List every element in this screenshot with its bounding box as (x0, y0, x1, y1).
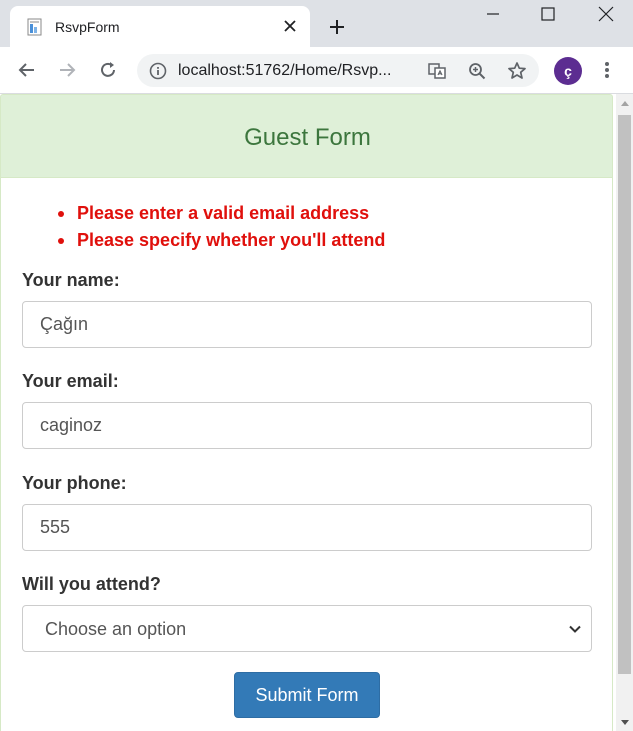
attend-select-value: Choose an option (45, 619, 187, 639)
page-viewport: Guest Form Please enter a valid email ad… (0, 94, 616, 731)
browser-toolbar: localhost:51762/Home/Rsvp... ç (0, 47, 633, 94)
attend-select[interactable]: Choose an option (22, 605, 592, 652)
email-input[interactable] (22, 402, 592, 449)
scroll-down-arrow-icon[interactable] (616, 714, 633, 731)
chevron-down-icon (567, 621, 583, 637)
name-label: Your name: (22, 270, 120, 290)
tab-title: RsvpForm (55, 19, 120, 35)
validation-error-text: Please enter a valid email address (77, 203, 370, 223)
profile-avatar[interactable]: ç (554, 57, 582, 85)
tab-strip: RsvpForm (0, 0, 633, 47)
address-bar[interactable]: localhost:51762/Home/Rsvp... (137, 54, 539, 87)
email-label: Your email: (22, 371, 119, 391)
maximize-icon[interactable] (534, 2, 562, 26)
name-input[interactable] (22, 301, 592, 348)
page-favicon-icon (26, 18, 44, 36)
submit-button[interactable]: Submit Form (234, 672, 380, 718)
validation-summary: Please enter a valid email address Pleas… (55, 200, 385, 254)
attend-label: Will you attend? (22, 574, 161, 594)
minimize-icon[interactable] (479, 2, 507, 26)
close-window-icon[interactable] (592, 2, 620, 26)
panel-heading: Guest Form (0, 94, 613, 178)
phone-label: Your phone: (22, 473, 127, 493)
scroll-up-arrow-icon[interactable] (616, 94, 633, 111)
phone-input[interactable] (22, 504, 592, 551)
validation-error: Please specify whether you'll attend (55, 227, 385, 254)
zoom-icon[interactable] (467, 61, 487, 81)
bullet-icon (58, 238, 64, 244)
menu-dots-icon[interactable] (596, 59, 618, 81)
new-tab-icon[interactable] (326, 16, 348, 38)
scrollbar-thumb[interactable] (618, 115, 631, 674)
address-url: localhost:51762/Home/Rsvp... (178, 62, 392, 79)
bookmark-star-icon[interactable] (507, 61, 527, 81)
bullet-icon (58, 211, 64, 217)
page-scrollbar[interactable] (616, 94, 633, 731)
close-tab-icon[interactable] (280, 16, 300, 36)
validation-error: Please enter a valid email address (55, 200, 385, 227)
info-icon[interactable] (149, 62, 167, 80)
browser-tab[interactable]: RsvpForm (10, 6, 310, 47)
forward-arrow-icon[interactable] (55, 58, 79, 82)
validation-error-text: Please specify whether you'll attend (77, 230, 386, 250)
reload-icon[interactable] (96, 58, 120, 82)
back-arrow-icon[interactable] (15, 58, 39, 82)
translate-icon[interactable] (427, 61, 447, 81)
page-title: Guest Form (244, 124, 371, 151)
